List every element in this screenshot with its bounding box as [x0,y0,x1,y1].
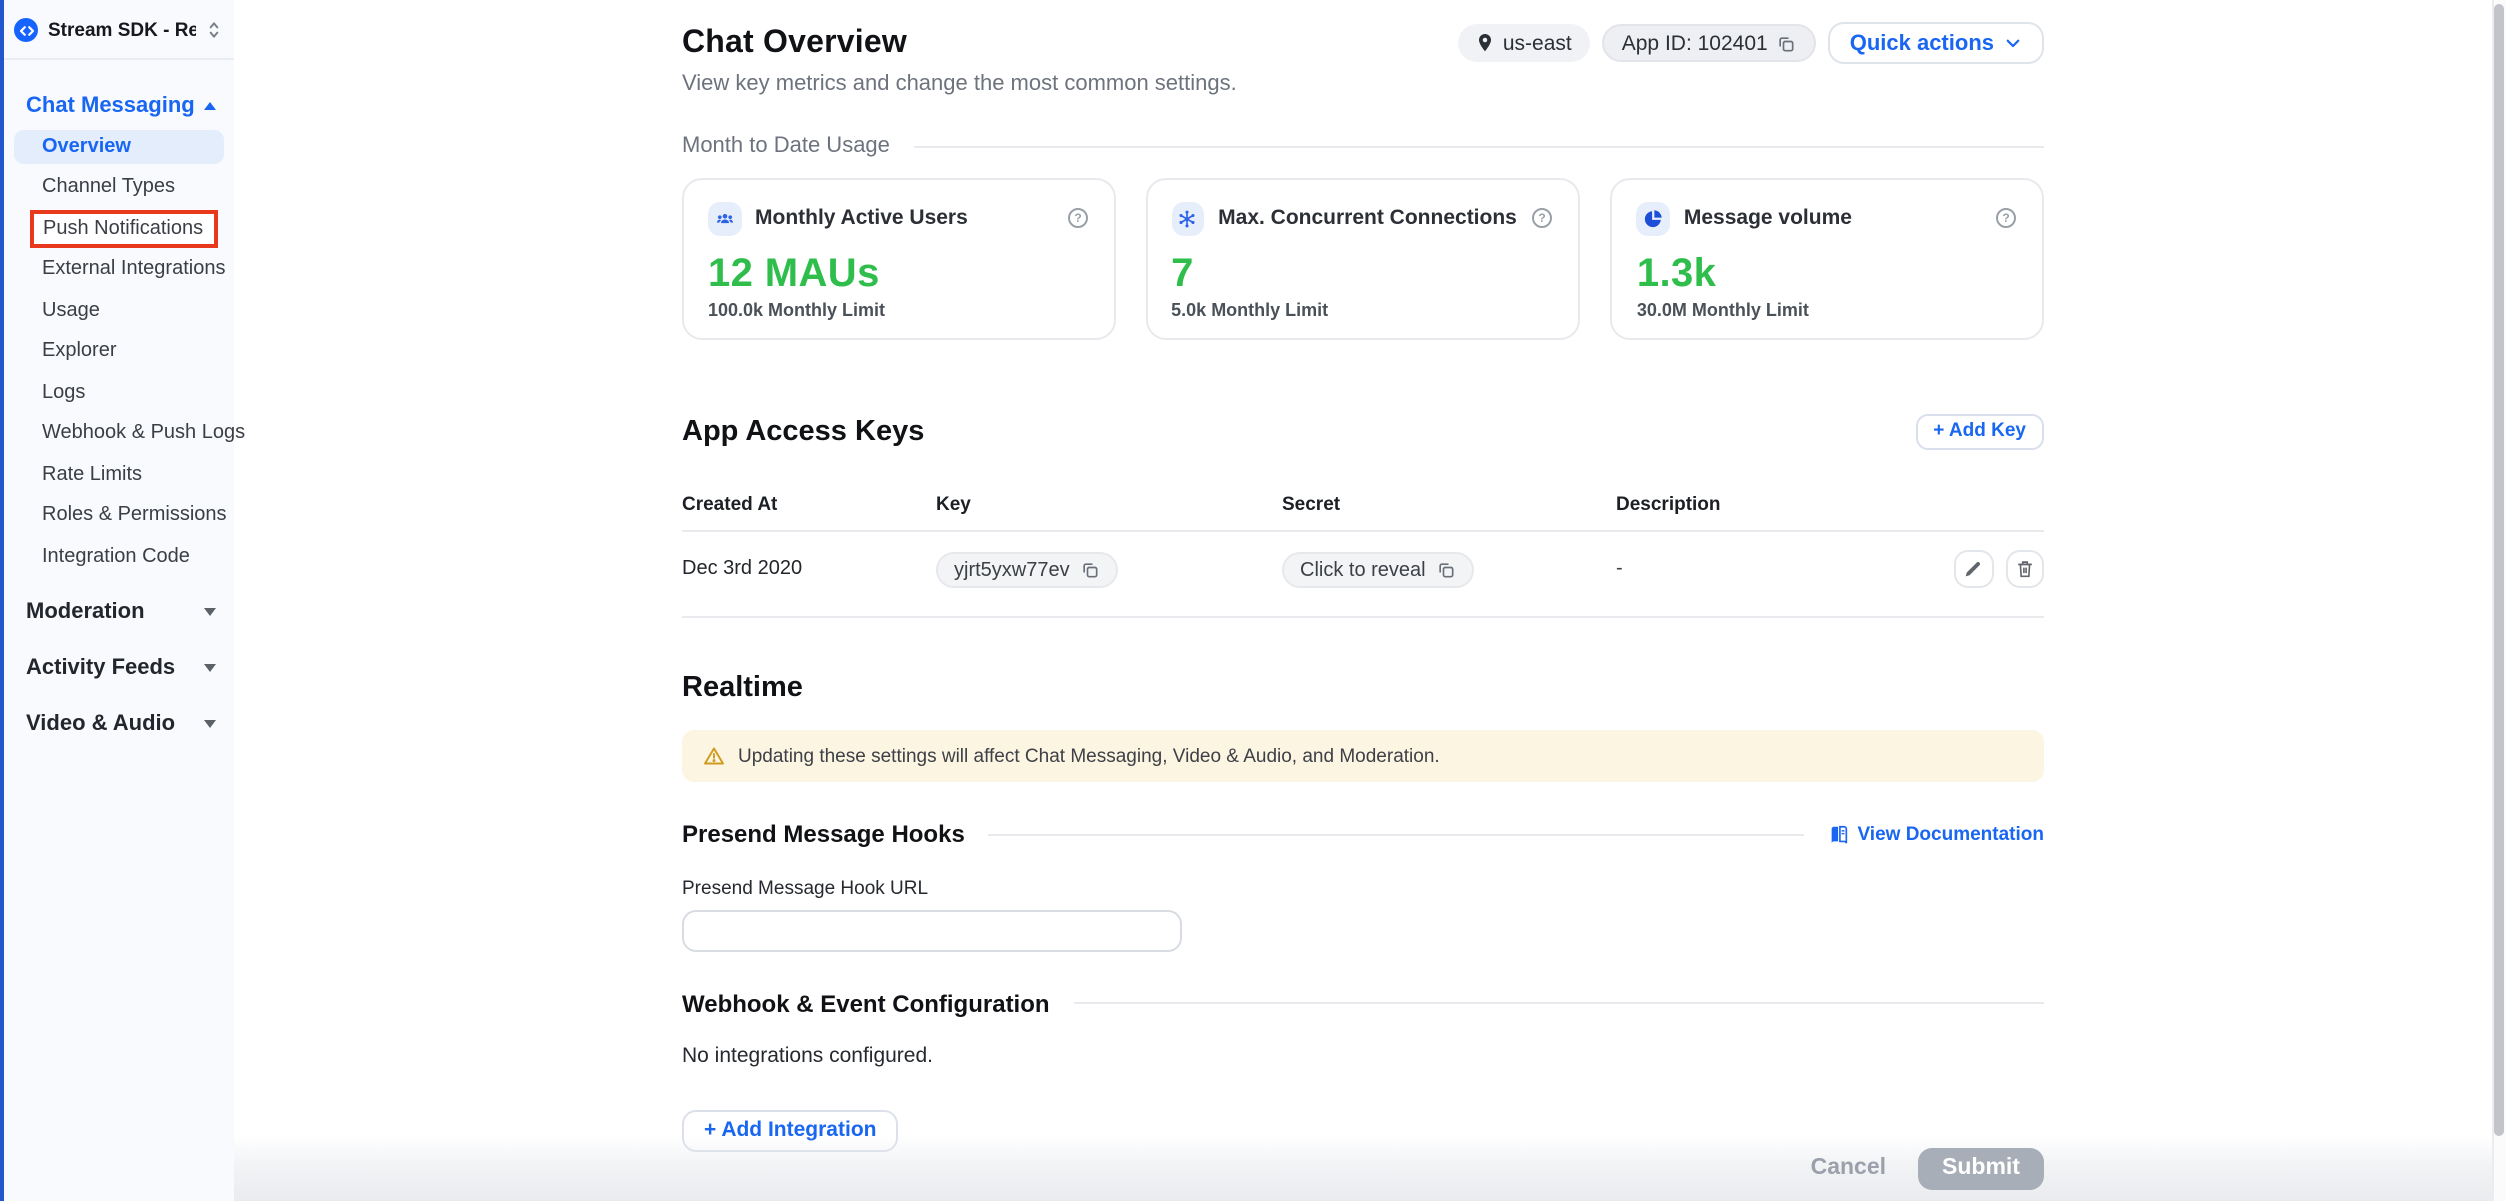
app-window: Stream SDK - Rea... Chat Messaging Overv… [0,0,2506,1201]
collapse-up-icon [203,101,215,109]
warning-icon [702,744,726,768]
month-to-date-usage-divider: Month to Date Usage [682,134,2044,158]
warning-text: Updating these settings will affect Chat… [738,745,1440,767]
concurrent-connections-value: 7 [1171,251,1555,295]
message-volume-title: Message volume [1684,207,1852,231]
chevron-down-icon [2004,34,2022,52]
sidebar: Stream SDK - Rea... Chat Messaging Overv… [0,0,233,1201]
sidebar-item-overview[interactable]: Overview [14,129,223,163]
mau-card-title: Monthly Active Users [755,207,968,231]
quick-actions-button[interactable]: Quick actions [1828,22,2044,64]
view-documentation-link[interactable]: View Documentation [1827,823,2044,845]
pencil-icon [1963,558,1985,580]
message-volume-card: Message volume ? 1.3k 30.0M Monthly Limi… [1611,178,2044,340]
sidebar-item-push-notifications[interactable]: Push Notifications [4,208,233,249]
sidebar-item-logs[interactable]: Logs [4,372,233,413]
sidebar-item-external-integrations[interactable]: External Integrations [4,249,233,290]
concurrent-connections-title: Max. Concurrent Connections [1218,207,1517,231]
users-icon [708,202,741,235]
delete-key-button[interactable] [2005,549,2044,588]
main-area: Chat Overview View key metrics and chang… [233,0,2506,1201]
sidebar-section-moderation[interactable]: Moderation [4,591,233,633]
location-pin-icon [1477,32,1495,54]
help-icon[interactable]: ? [1994,207,2018,231]
webhook-config-title: Webhook & Event Configuration [682,989,1050,1017]
collapse-down-icon [203,664,215,672]
secret-reveal-chip[interactable]: Click to reveal [1282,552,1474,588]
sidebar-item-channel-types[interactable]: Channel Types [4,167,233,208]
help-icon[interactable]: ? [1065,207,1089,231]
api-key-chip[interactable]: yjrt5yxw77ev [936,552,1118,588]
mau-limit: 100.0k Monthly Limit [708,299,1089,319]
app-access-keys-title: App Access Keys [682,416,924,448]
page-subtitle: View key metrics and change the most com… [682,70,2044,100]
annotation-highlight-box: Push Notifications [29,209,217,248]
scrollbar-track [2491,0,2506,1201]
add-key-button[interactable]: + Add Key [1915,414,2044,449]
trash-icon [2014,558,2036,580]
sidebar-nav: Chat Messaging Overview Channel Types Pu… [4,60,233,745]
sidebar-item-roles-permissions[interactable]: Roles & Permissions [4,495,233,536]
sidebar-section-activity-feeds[interactable]: Activity Feeds [4,647,233,689]
svg-text:?: ? [1539,212,1546,226]
book-icon [1827,823,1849,845]
sidebar-item-explorer[interactable]: Explorer [4,331,233,372]
mau-card: Monthly Active Users ? 12 MAUs 100.0k Mo… [682,178,1115,340]
sidebar-item-integration-code[interactable]: Integration Code [4,536,233,577]
presend-hooks-title: Presend Message Hooks [682,820,965,848]
access-keys-table-header: Created At Key Secret Description [682,493,2044,531]
region-pill[interactable]: us-east [1459,24,1590,62]
app-id-pill[interactable]: App ID: 102401 [1602,24,1816,62]
network-icon [1171,202,1204,235]
sidebar-item-webhook-push-logs[interactable]: Webhook & Push Logs [4,413,233,454]
scrollbar-thumb[interactable] [2494,4,2503,1136]
stream-logo-icon [14,18,38,42]
concurrent-connections-limit: 5.0k Monthly Limit [1171,299,1555,319]
pie-chart-icon [1637,202,1670,235]
presend-url-input[interactable] [682,910,1182,951]
key-description: - [1616,558,1623,580]
help-icon[interactable]: ? [1531,207,1555,231]
no-integrations-text: No integrations configured. [682,1043,2044,1067]
warning-banner: Updating these settings will affect Chat… [682,730,2044,782]
concurrent-connections-card: Max. Concurrent Connections ? 7 5.0k Mon… [1145,178,1581,340]
collapse-down-icon [203,720,215,728]
realtime-title: Realtime [682,672,2044,704]
key-created-at: Dec 3rd 2020 [682,558,936,580]
message-volume-value: 1.3k [1637,251,2018,295]
usage-cards: Monthly Active Users ? 12 MAUs 100.0k Mo… [682,178,2044,340]
month-to-date-usage-label: Month to Date Usage [682,134,890,158]
edit-key-button[interactable] [1954,549,1993,588]
workspace-name: Stream SDK - Rea... [48,19,195,41]
footer-bar: Cancel Submit [233,1135,2506,1201]
workspace-switcher[interactable]: Stream SDK - Rea... [4,0,233,60]
copy-icon [1436,560,1456,580]
svg-text:?: ? [2002,212,2009,226]
copy-icon [1776,33,1796,53]
sidebar-item-usage[interactable]: Usage [4,290,233,331]
cancel-button[interactable]: Cancel [1811,1156,1886,1180]
collapse-down-icon [203,608,215,616]
sidebar-section-chat-messaging[interactable]: Chat Messaging [4,84,233,126]
presend-url-label: Presend Message Hook URL [682,878,2044,900]
sidebar-item-rate-limits[interactable]: Rate Limits [4,454,233,495]
sidebar-section-video-audio[interactable]: Video & Audio [4,703,233,745]
message-volume-limit: 30.0M Monthly Limit [1637,299,2018,319]
svg-text:?: ? [1073,212,1080,226]
mau-value: 12 MAUs [708,251,1089,295]
access-key-row: Dec 3rd 2020 yjrt5yxw77ev Click to revea… [682,531,2044,618]
unfold-icon [205,20,221,40]
submit-button[interactable]: Submit [1918,1147,2044,1189]
copy-icon [1080,560,1100,580]
